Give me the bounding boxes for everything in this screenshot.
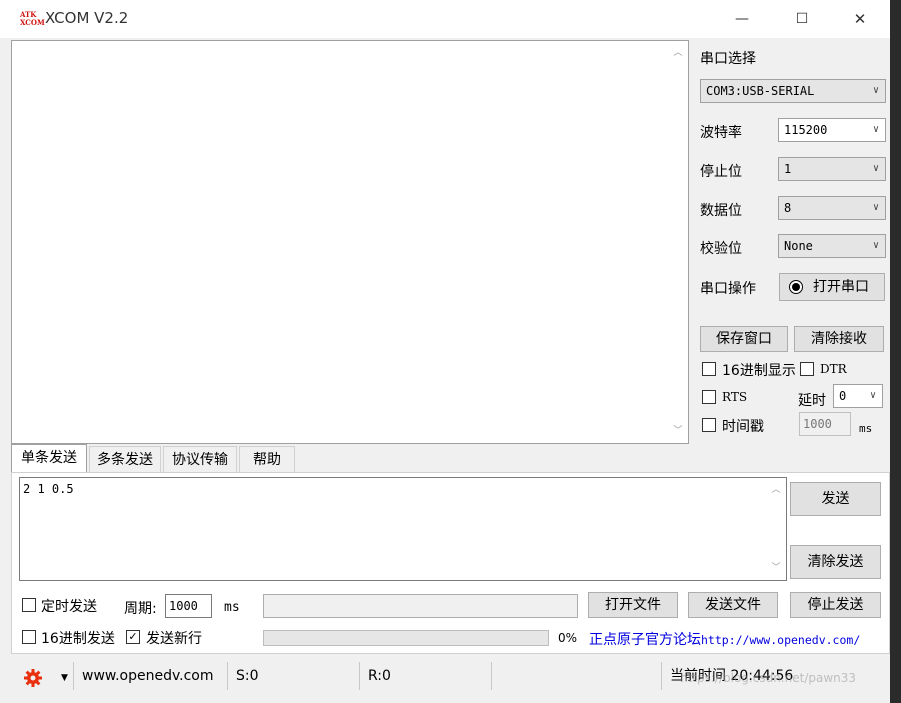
open-port-button[interactable]: 打开串口 <box>779 273 885 301</box>
send-button[interactable]: 发送 <box>790 482 881 516</box>
receive-textarea[interactable]: ︿ ﹀ <box>11 40 689 444</box>
scroll-down-icon[interactable]: ﹀ <box>770 562 782 574</box>
period-unit: ms <box>224 600 240 615</box>
close-button[interactable]: ✕ <box>840 6 880 34</box>
dtr-checkbox[interactable] <box>800 362 814 376</box>
forum-link-cn: 正点原子官方论坛 <box>589 632 701 648</box>
chevron-down-icon: ∨ <box>869 390 876 401</box>
watermark: https://blog.csdn.net/pawn33 <box>680 671 857 685</box>
tab-single-send[interactable]: 单条发送 <box>11 444 87 472</box>
status-site[interactable]: www.openedv.com <box>73 662 227 690</box>
parity-label: 校验位 <box>700 241 742 257</box>
send-file-button[interactable]: 发送文件 <box>688 592 778 618</box>
send-text: 2 1 0.5 <box>23 482 74 496</box>
gear-icon[interactable] <box>23 668 43 688</box>
open-file-button[interactable]: 打开文件 <box>588 592 678 618</box>
clear-send-button[interactable]: 清除发送 <box>790 545 881 579</box>
timed-send-label: 定时发送 <box>41 599 97 615</box>
chevron-down-icon: ∨ <box>872 85 879 96</box>
maximize-button[interactable]: ☐ <box>782 6 822 34</box>
rts-checkbox[interactable] <box>702 390 716 404</box>
forum-link-url: http://www.openedv.com/ <box>701 633 861 647</box>
timestamp-ms-input[interactable]: 1000 <box>799 412 851 436</box>
chevron-down-icon: ∨ <box>872 202 879 213</box>
tab-multi-send[interactable]: 多条发送 <box>89 446 161 472</box>
databits-select[interactable]: 8 ∨ <box>778 196 886 220</box>
clear-receive-button[interactable]: 清除接收 <box>794 326 884 352</box>
hex-display-label: 16进制显示 <box>722 363 796 379</box>
status-time: 当前时间 20:44:56 https://blog.csdn.net/pawn… <box>661 662 890 690</box>
open-port-label: 打开串口 <box>813 279 869 295</box>
send-scrollbar[interactable]: ︿ ﹀ <box>766 478 786 580</box>
hex-send-label: 16进制发送 <box>41 631 115 647</box>
newline-checkbox[interactable]: ✓ <box>126 630 140 644</box>
status-empty <box>491 662 661 690</box>
newline-label: 发送新行 <box>146 631 202 647</box>
title-bar: ATK XCOM XCOM V2.2 — ☐ ✕ <box>0 0 890 38</box>
forum-link[interactable]: 正点原子官方论坛http://www.openedv.com/ <box>586 628 882 652</box>
caret-down-icon[interactable]: ▼ <box>61 668 68 688</box>
radio-indicator-icon <box>789 280 803 294</box>
timestamp-checkbox[interactable] <box>702 418 716 432</box>
rts-label: RTS <box>722 390 748 404</box>
hex-send-checkbox[interactable] <box>22 630 36 644</box>
status-sent-count: S:0 <box>227 662 359 690</box>
timestamp-label: 时间戳 <box>722 419 764 435</box>
chevron-down-icon: ∨ <box>872 240 879 251</box>
stopbits-label: 停止位 <box>700 164 742 180</box>
chevron-down-icon: ∨ <box>872 124 879 135</box>
chevron-down-icon: ∨ <box>872 163 879 174</box>
scroll-down-icon[interactable]: ﹀ <box>672 425 684 437</box>
window-title: XCOM V2.2 <box>45 9 129 27</box>
parity-select[interactable]: None ∨ <box>778 234 886 258</box>
databits-label: 数据位 <box>700 203 742 219</box>
send-textarea[interactable]: 2 1 0.5 ︿ ﹀ <box>19 477 787 581</box>
serial-op-label: 串口操作 <box>700 281 756 297</box>
send-progress-bar <box>263 630 549 646</box>
dtr-label: DTR <box>820 362 847 376</box>
status-received-count: R:0 <box>359 662 491 690</box>
tab-help[interactable]: 帮助 <box>239 446 295 472</box>
baud-label: 波特率 <box>700 125 742 141</box>
timed-send-checkbox[interactable] <box>22 598 36 612</box>
progress-percent: 0% <box>558 631 578 645</box>
scroll-up-icon[interactable]: ︿ <box>672 47 684 59</box>
period-label: 周期: <box>124 601 157 617</box>
file-path-input[interactable] <box>263 594 578 618</box>
delay-select[interactable]: 0 ∨ <box>833 384 883 408</box>
app-logo: ATK XCOM <box>20 10 45 27</box>
receive-scrollbar[interactable]: ︿ ﹀ <box>668 41 688 443</box>
delay-label: 延时 <box>798 393 826 409</box>
port-select[interactable]: COM3:USB-SERIAL ∨ <box>700 79 886 103</box>
scroll-up-icon[interactable]: ︿ <box>770 484 782 496</box>
timestamp-ms-unit: ms <box>859 422 873 435</box>
period-input[interactable]: 1000 <box>165 594 212 618</box>
baud-select[interactable]: 115200 ∨ <box>778 118 886 142</box>
minimize-button[interactable]: — <box>722 6 762 34</box>
save-window-button[interactable]: 保存窗口 <box>700 326 788 352</box>
tab-protocol[interactable]: 协议传输 <box>163 446 237 472</box>
serial-select-title: 串口选择 <box>700 51 756 67</box>
stop-send-button[interactable]: 停止发送 <box>790 592 881 618</box>
hex-display-checkbox[interactable] <box>702 362 716 376</box>
status-bar: ▼ www.openedv.com S:0 R:0 当前时间 20:44:56 … <box>11 660 890 694</box>
xcom-window: ATK XCOM XCOM V2.2 — ☐ ✕ ︿ ﹀ 串口选择 COM3:U… <box>0 0 890 703</box>
stopbits-select[interactable]: 1 ∨ <box>778 157 886 181</box>
